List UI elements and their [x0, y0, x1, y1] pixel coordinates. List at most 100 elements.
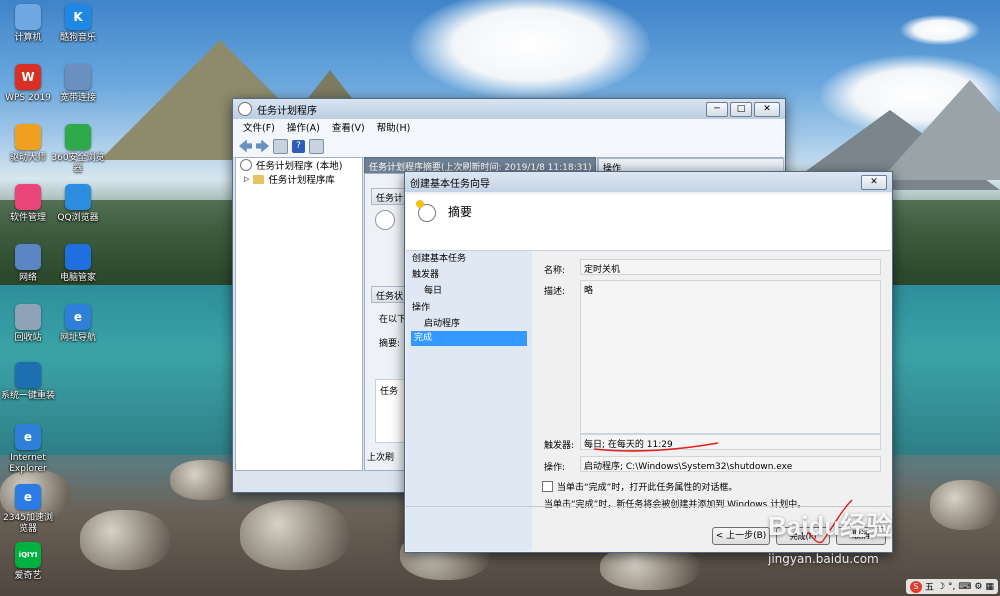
desktop-icon[interactable]: 软件管理	[0, 184, 56, 224]
description-label: 描述:	[544, 287, 566, 297]
mountain	[880, 80, 1000, 180]
menu-view[interactable]: 查看(V)	[332, 120, 365, 134]
desktop-icon-label: 360安全浏览器	[51, 153, 105, 174]
show-hide-console-icon[interactable]	[273, 138, 288, 154]
tree-root[interactable]: 任务计划程序 (本地)	[236, 158, 362, 172]
qq-browser-icon	[65, 184, 91, 210]
recycle-bin-icon	[15, 304, 41, 330]
desktop-icon[interactable]: 网络	[0, 244, 56, 284]
maximize-button[interactable]: □	[730, 101, 752, 117]
summary-label: 摘要:	[379, 339, 401, 349]
desktop-icon-label: 2345加速浏览器	[3, 513, 53, 534]
desktop-icon[interactable]: 计算机	[0, 4, 56, 44]
watermark-brand: Baidu	[768, 511, 841, 541]
desktop-icon[interactable]: QQ浏览器	[50, 184, 106, 224]
ie-nav-icon: e	[65, 304, 91, 330]
baidu-watermark: Baidu经验	[768, 506, 892, 543]
desktop-icon[interactable]: e Internet Explorer	[0, 424, 56, 475]
title-bar[interactable]: 任务计划程序 ─ □ ✕	[233, 99, 785, 119]
task-column-header: 任务	[380, 387, 399, 397]
action-label: 操作:	[544, 463, 566, 473]
action-field: 启动程序; C:\Windows\System32\shutdown.exe	[580, 456, 881, 472]
desktop-icon-label: QQ浏览器	[57, 213, 99, 223]
menu-file[interactable]: 文件(F)	[243, 120, 275, 134]
folder-icon	[253, 174, 265, 184]
moon-icon[interactable]: ☽	[937, 582, 945, 592]
desktop-icon[interactable]: K 酷狗音乐	[50, 4, 106, 44]
wizard-title-bar[interactable]: 创建基本任务向导 ✕	[405, 172, 892, 192]
help-icon[interactable]: ?	[292, 139, 305, 153]
clock-icon	[240, 159, 252, 171]
watermark-url: jingyan.baidu.com	[768, 552, 879, 566]
desktop-icon[interactable]: 回收站	[0, 304, 56, 344]
checkbox[interactable]	[542, 481, 553, 492]
sogou-ime-icon[interactable]: S	[909, 580, 922, 593]
nav-create-basic-task[interactable]: 创建基本任务	[412, 251, 466, 264]
close-button[interactable]: ✕	[754, 101, 780, 117]
tree-library[interactable]: ▷ 任务计划程序库	[236, 172, 362, 186]
desktop-icon-label: 软件管理	[9, 213, 46, 223]
wizard-heading: 摘要	[448, 205, 473, 219]
desktop-icon[interactable]: e 网址导航	[50, 304, 106, 344]
desktop-icon[interactable]: e 2345加速浏览器	[0, 484, 56, 535]
desktop-icon-label: 计算机	[14, 33, 42, 43]
nav-daily[interactable]: 每日	[424, 283, 442, 296]
punctuation-icon[interactable]: °,	[948, 582, 955, 592]
360-browser-icon	[65, 124, 91, 150]
menu-help[interactable]: 帮助(H)	[377, 120, 411, 134]
tree-pane: 任务计划程序 (本地) ▷ 任务计划程序库	[235, 157, 363, 471]
desktop-icon-label: 系统一键重装	[0, 391, 55, 401]
wizard-close-button[interactable]: ✕	[861, 174, 887, 190]
keyboard-icon[interactable]: ⌨	[958, 582, 971, 592]
forward-arrow-icon[interactable]	[256, 139, 269, 153]
desktop-icon[interactable]: 360安全浏览器	[50, 124, 106, 175]
nav-finish[interactable]: 完成	[411, 331, 527, 346]
expand-arrow-icon: ▷	[244, 175, 250, 183]
grid-icon[interactable]: ▦	[985, 582, 994, 592]
menu-action[interactable]: 操作(A)	[287, 120, 320, 134]
ime-mode-label[interactable]: 五	[925, 580, 934, 593]
rock	[170, 460, 240, 500]
name-field[interactable]: 定时关机	[580, 259, 881, 275]
window-title: 任务计划程序	[257, 105, 317, 117]
taskbar: S 五 ☽ °, ⌨ ⚙ ▦	[0, 576, 1000, 596]
status-text: 在以下	[379, 315, 407, 325]
nav-start-program[interactable]: 启动程序	[424, 316, 460, 329]
nav-trigger[interactable]: 触发器	[412, 267, 439, 280]
pc-manager-icon	[65, 244, 91, 270]
task-wizard-icon	[416, 200, 436, 222]
desktop-icon[interactable]: 系统一键重装	[0, 362, 56, 402]
wizard-title: 创建基本任务向导	[410, 178, 490, 190]
cloud	[900, 15, 980, 45]
wps-icon: W	[15, 64, 41, 90]
desktop-icon[interactable]: 驱动大师	[0, 124, 56, 164]
network-icon	[15, 244, 41, 270]
nav-action[interactable]: 操作	[412, 300, 430, 313]
finish-note: 当单击“完成”时，新任务将会被创建并添加到 Windows 计划中。	[544, 500, 807, 510]
cloud	[410, 0, 650, 100]
clock-icon	[375, 210, 395, 230]
kugou-icon: K	[65, 4, 91, 30]
show-action-pane-icon[interactable]	[309, 138, 324, 154]
minimize-button[interactable]: ─	[706, 101, 728, 117]
desktop-icon[interactable]: 宽带连接	[50, 64, 106, 104]
back-arrow-icon[interactable]	[239, 139, 252, 153]
system-tray: S 五 ☽ °, ⌨ ⚙ ▦	[905, 579, 998, 594]
desktop-icon-label: 酷狗音乐	[59, 33, 96, 43]
back-button[interactable]: < 上一步(B)	[712, 527, 770, 545]
open-properties-label: 当单击“完成”时，打开此任务属性的对话框。	[557, 483, 738, 493]
description-field[interactable]: 略	[580, 280, 881, 434]
desktop-icon-label: 宽带连接	[59, 93, 96, 103]
wizard-header: 摘要	[406, 194, 891, 251]
clock-icon	[238, 102, 252, 116]
create-basic-task-wizard: 创建基本任务向导 ✕ 摘要 创建基本任务 触发器 每日 操作 启动程序 完成 名…	[404, 171, 893, 553]
name-label: 名称:	[544, 266, 566, 276]
desktop-icon[interactable]: W WPS 2019	[0, 64, 56, 104]
desktop-icon[interactable]: 电脑管家	[50, 244, 106, 284]
desktop-icon-label: 驱动大师	[9, 153, 46, 163]
last-refresh-text: 上次刷	[367, 453, 395, 463]
open-properties-option[interactable]: 当单击“完成”时，打开此任务属性的对话框。	[542, 480, 737, 493]
settings-icon[interactable]: ⚙	[974, 582, 982, 592]
broadband-icon	[65, 64, 91, 90]
desktop-icon-label: 回收站	[14, 333, 42, 343]
